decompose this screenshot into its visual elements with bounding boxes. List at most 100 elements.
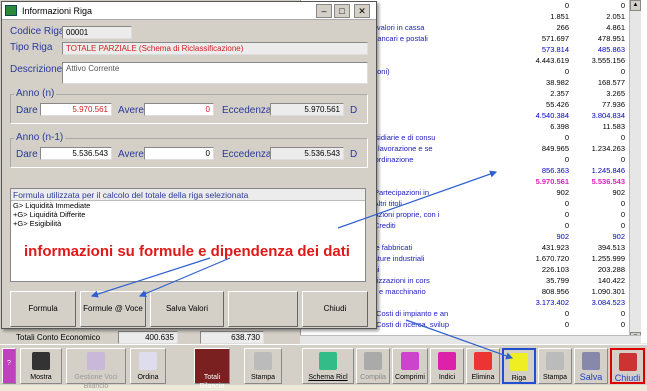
grid-row-value-n1: 478.951 [597,34,625,43]
grid-row-value-n1: 1.090.301 [591,287,625,296]
grid-row-value-n: 902 [556,188,569,197]
grid-row-value-n: 1.851 [550,12,569,21]
grid-icon [87,352,105,370]
dialog-title: Informazioni Riga [22,6,93,16]
codice-riga-field[interactable]: 00001 [62,26,132,39]
save-icon [582,352,600,370]
grid-row-value-n: 0 [564,199,569,208]
dialog-titlebar: Informazioni Riga – □ ✕ [2,2,376,20]
help-button[interactable]: ? [2,348,16,384]
grid-row-value-n: 571.697 [541,34,569,43]
schema-label: Schema Ricl [308,374,348,381]
dare-n1-label: Dare [16,149,38,160]
horizontal-scrollbar[interactable] [300,335,641,344]
grid-row-value-n1: 3.555.156 [591,56,625,65]
binoculars-icon [32,352,50,370]
avere-n1-field[interactable]: 0 [144,147,214,160]
grid-row-value-n: 0 [564,133,569,142]
eccedenza-n-sign: D [350,105,358,116]
comprimi-button[interactable]: Comprimi [392,348,428,384]
informazioni-riga-dialog: Informazioni Riga – □ ✕ Codice Riga 0000… [1,1,377,329]
indici-label: Indici [438,374,456,381]
grid-row-value-n: 902 [556,232,569,241]
compress-icon [401,352,419,370]
grid-row-value-n: 0 [564,309,569,318]
grid-row-value-n1: 3.084.523 [591,298,625,307]
grid-row-value-n: 3.173.402 [535,298,569,307]
vertical-scrollbar[interactable]: ▲ ▼ [629,0,641,343]
grid-row-value-n1: 902 [612,232,625,241]
totals-label: Totali Conto Economico [16,333,101,342]
totali-bilancio-button[interactable]: Totali Bilancio [194,348,230,390]
schema-icon [319,352,337,370]
pencil-icon [364,352,382,370]
ordina-button[interactable]: Ordina [130,348,166,384]
grid-row-value-n1: 0 [620,210,625,219]
riga-button[interactable]: Riga [502,348,536,384]
grid-row-value-n1: 394.513 [597,243,625,252]
compila-button[interactable]: Compila [356,348,390,384]
grid-row-value-n1: 203.288 [597,265,625,274]
grid-row-value-n: 431.923 [541,243,569,252]
compila-label: Compila [360,374,386,381]
chiudi-button[interactable]: Chiudi [610,348,645,384]
grid-row-value-n: 573.814 [541,45,569,54]
scroll-up-arrow-icon[interactable]: ▲ [630,0,641,11]
avere-n-field[interactable]: 0 [144,103,214,116]
grid-row-value-n1: 0 [620,199,625,208]
mostra-button[interactable]: Mostra [20,348,62,384]
totals-value-a: 400.635 [118,331,178,344]
dare-n1-field[interactable]: 5.536.543 [40,147,112,160]
eccedenza-n-field[interactable]: 5.970.561 [270,103,344,116]
grid-row-value-n1: 0 [620,1,625,10]
salva-valori-button[interactable]: Salva Valori [150,291,224,327]
grid-row-value-n1: 0 [620,320,625,329]
eccedenza-n1-field[interactable]: 5.536.543 [270,147,344,160]
tipo-riga-label: Tipo Riga [10,42,53,53]
grid-row-value-n: 4.443.619 [535,56,569,65]
minimize-icon[interactable]: – [316,4,332,18]
gestione-voci-button[interactable]: Gestione Voci Bilancio [66,348,126,390]
chiudi-dialog-button[interactable]: Chiudi [302,291,368,327]
close-icon[interactable]: ✕ [354,4,370,18]
printer-icon [254,352,272,370]
descrizione-label: Descrizione [10,64,63,75]
stampa-button[interactable]: Stampa [538,348,572,384]
codice-riga-label: Codice Riga [10,26,65,37]
grid-row-value-n: 0 [564,210,569,219]
descrizione-field[interactable]: Attivo Corrente [62,62,368,84]
grid-row-value-n: 0 [564,67,569,76]
indices-icon [438,352,456,370]
stampa-left-button[interactable]: Stampa [244,348,282,384]
grid-row-value-n1: 168.577 [597,78,625,87]
salva-button[interactable]: Salva [574,348,608,384]
elimina-button[interactable]: Elimina [466,348,500,384]
dare-n-label: Dare [16,105,38,116]
grid-row-value-n: 2.357 [550,89,569,98]
formula-line: +G> Liquidità Differite [13,210,86,219]
salva-label: Salva [579,372,603,382]
grid-row-value-n1: 3.265 [606,89,625,98]
formula-box[interactable]: Formula utilizzata per il calcolo del to… [10,188,366,282]
formule-voce-button[interactable]: Formule @ Voce [80,291,146,327]
grid-row-value-n: 6.398 [550,122,569,131]
grid-row-value-n: 55.426 [546,100,569,109]
grid-row-value-n: 0 [564,155,569,164]
eccedenza-n-label: Eccedenza [222,105,272,116]
maximize-icon[interactable]: □ [334,4,350,18]
lock-icon [618,353,637,371]
grid-row-value-n1: 1.255.999 [591,254,625,263]
avere-n-label: Avere [118,105,144,116]
schema-ricl-button[interactable]: Schema Ricl [302,348,354,384]
formula-button[interactable]: Formula [10,291,76,327]
dare-n-field[interactable]: 5.970.561 [40,103,112,116]
tipo-riga-field[interactable]: TOTALE PARZIALE (Schema di Riclassificaz… [62,42,368,55]
grid-row-value-n: 0 [564,1,569,10]
anno-n1-label: Anno (n-1) [14,132,66,143]
blank-button[interactable] [228,291,298,327]
grid-row-value-n1: 1.234.263 [591,144,625,153]
grid-row-value-n1: 2.051 [606,12,625,21]
indici-button[interactable]: Indici [430,348,464,384]
avere-n1-label: Avere [118,149,144,160]
sort-az-icon [139,352,157,370]
